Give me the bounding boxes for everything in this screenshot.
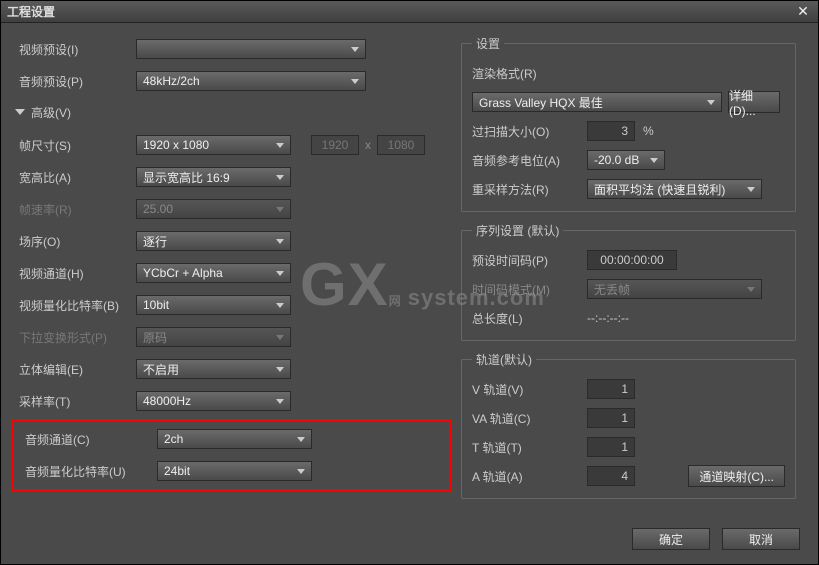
sequence-legend: 序列设置 (默认) [472, 222, 563, 239]
va-track-input[interactable]: 1 [587, 408, 635, 428]
overscan-label: 过扫描大小(O) [472, 123, 587, 140]
render-format-label: 渲染格式(R) [472, 65, 587, 82]
tc-mode-select: 无丢帧 [587, 279, 762, 299]
video-bit-label: 视频量化比特率(B) [11, 297, 136, 314]
field-order-label: 场序(O) [11, 233, 136, 250]
frame-rate-select: 25.00 [136, 199, 291, 219]
video-bit-select[interactable]: 10bit [136, 295, 291, 315]
audio-bit-label: 音频量化比特率(U) [17, 463, 157, 480]
advanced-toggle[interactable]: 高级(V) [11, 99, 451, 125]
close-icon[interactable]: ✕ [794, 3, 812, 21]
total-len-label: 总长度(L) [472, 310, 587, 327]
tracks-group: 轨道(默认) V 轨道(V) 1 VA 轨道(C) 1 T 轨道(T) 1 A … [461, 351, 796, 499]
frame-rate-label: 帧速率(R) [11, 201, 136, 218]
a-track-input[interactable]: 4 [587, 466, 635, 486]
sequence-group: 序列设置 (默认) 预设时间码(P) 00:00:00:00 时间码模式(M) … [461, 222, 796, 341]
video-preset-select[interactable] [136, 39, 366, 59]
tracks-legend: 轨道(默认) [472, 351, 536, 368]
settings-group: 设置 渲染格式(R) Grass Valley HQX 最佳 详细(D)... … [461, 35, 796, 212]
tc-mode-label: 时间码模式(M) [472, 281, 587, 298]
ok-button[interactable]: 确定 [632, 528, 710, 550]
titlebar: 工程设置 ✕ [1, 1, 818, 23]
resample-select[interactable]: 面积平均法 (快速且锐利) [587, 179, 762, 199]
audio-ref-select[interactable]: -20.0 dB [587, 150, 665, 170]
left-column: 视频预设(I) 音频预设(P) 48kHz/2ch 高级(V) 帧尺寸(S) 1… [11, 35, 461, 519]
v-track-input[interactable]: 1 [587, 379, 635, 399]
va-track-label: VA 轨道(C) [472, 410, 587, 427]
resample-label: 重采样方法(R) [472, 181, 587, 198]
channel-map-button[interactable]: 通道映射(C)... [688, 465, 785, 487]
project-settings-dialog: 工程设置 ✕ 视频预设(I) 音频预设(P) 48kHz/2ch 高级(V) 帧… [0, 0, 819, 565]
settings-legend: 设置 [472, 35, 504, 52]
audio-preset-select[interactable]: 48kHz/2ch [136, 71, 366, 91]
preset-tc-input[interactable]: 00:00:00:00 [587, 250, 677, 270]
overscan-input[interactable]: 3 [587, 121, 635, 141]
v-track-label: V 轨道(V) [472, 381, 587, 398]
advanced-label: 高级(V) [31, 104, 71, 121]
video-channel-select[interactable]: YCbCr + Alpha [136, 263, 291, 283]
aspect-label: 宽高比(A) [11, 169, 136, 186]
audio-ref-label: 音频参考电位(A) [472, 152, 587, 169]
frame-height-input: 1080 [377, 135, 425, 155]
frame-size-label: 帧尺寸(S) [11, 137, 136, 154]
overscan-unit: % [643, 124, 654, 138]
audio-bit-select[interactable]: 24bit [157, 461, 312, 481]
cancel-button[interactable]: 取消 [722, 528, 800, 550]
t-track-label: T 轨道(T) [472, 439, 587, 456]
t-track-input[interactable]: 1 [587, 437, 635, 457]
total-len-value: --:--:--:-- [587, 311, 629, 325]
dialog-footer: 确定 取消 [1, 519, 818, 559]
stereo-select[interactable]: 不启用 [136, 359, 291, 379]
highlight-box: 音频通道(C) 2ch 音频量化比特率(U) 24bit [11, 419, 451, 491]
sample-rate-label: 采样率(T) [11, 393, 136, 410]
dialog-title: 工程设置 [7, 3, 794, 20]
frame-size-select[interactable]: 1920 x 1080 [136, 135, 291, 155]
aspect-select[interactable]: 显示宽高比 16:9 [136, 167, 291, 187]
pulldown-select: 原码 [136, 327, 291, 347]
audio-channel-label: 音频通道(C) [17, 431, 157, 448]
video-preset-label: 视频预设(I) [11, 41, 136, 58]
render-format-select[interactable]: Grass Valley HQX 最佳 [472, 92, 722, 112]
preset-tc-label: 预设时间码(P) [472, 252, 587, 269]
right-column: 设置 渲染格式(R) Grass Valley HQX 最佳 详细(D)... … [461, 35, 796, 519]
audio-channel-select[interactable]: 2ch [157, 429, 312, 449]
stereo-label: 立体编辑(E) [11, 361, 136, 378]
video-channel-label: 视频通道(H) [11, 265, 136, 282]
frame-x-label: x [365, 138, 371, 152]
detail-button[interactable]: 详细(D)... [728, 91, 780, 113]
frame-width-input: 1920 [311, 135, 359, 155]
pulldown-label: 下拉变换形式(P) [11, 329, 136, 346]
audio-preset-label: 音频预设(P) [11, 73, 136, 90]
sample-rate-select[interactable]: 48000Hz [136, 391, 291, 411]
field-order-select[interactable]: 逐行 [136, 231, 291, 251]
a-track-label: A 轨道(A) [472, 468, 587, 485]
